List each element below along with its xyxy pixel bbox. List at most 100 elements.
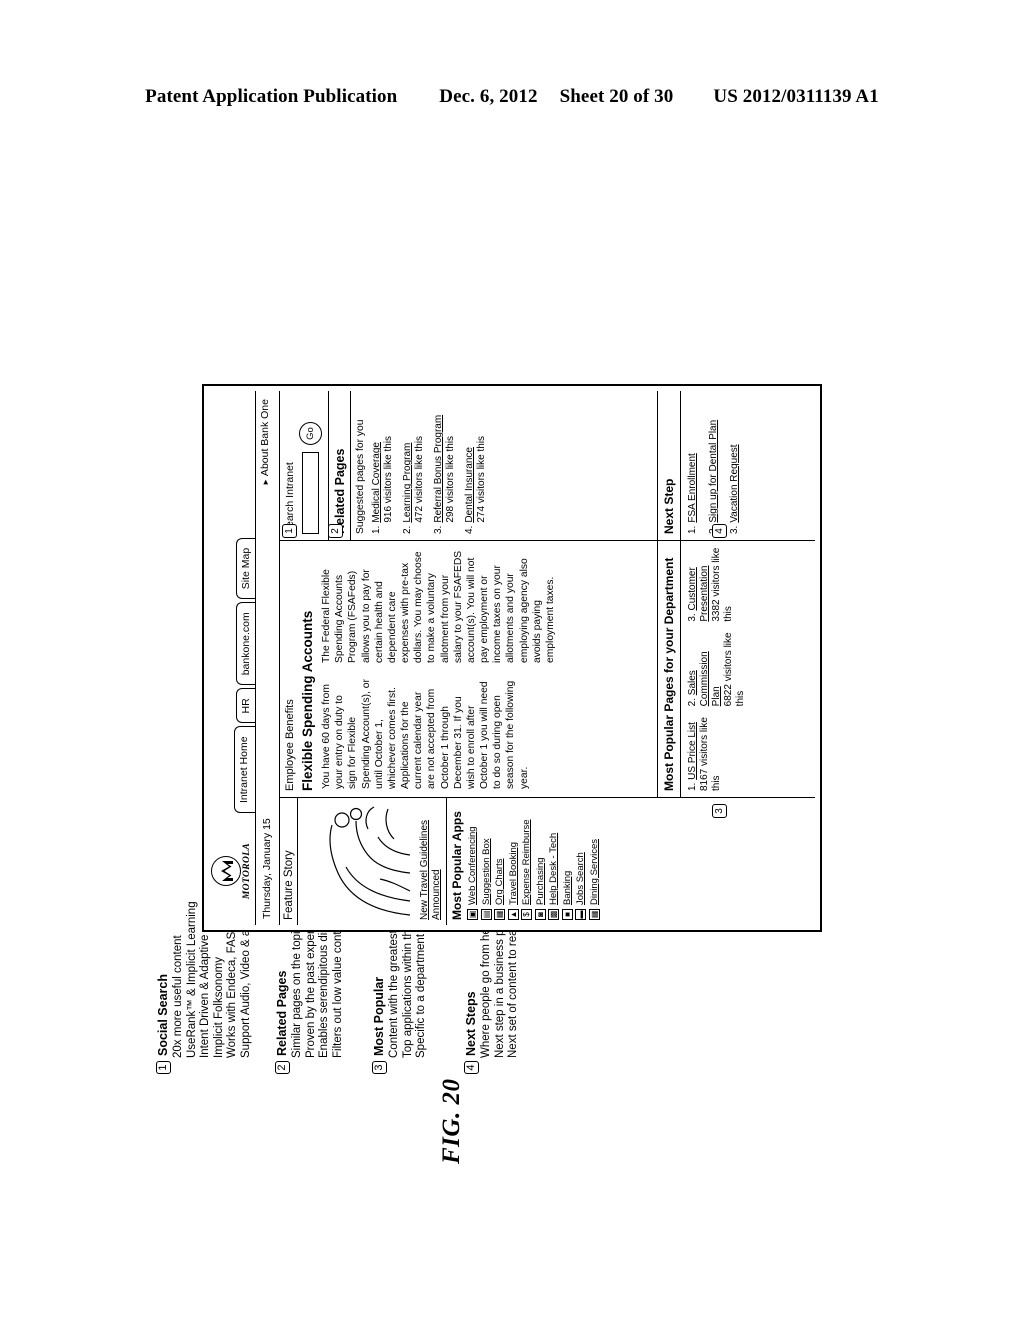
org-chart-icon: ▦ — [494, 909, 505, 920]
app-label: Banking — [561, 870, 573, 905]
inbox-icon: ▤ — [480, 909, 492, 920]
figure-badge-2: 2 — [328, 524, 343, 538]
tab-hr[interactable]: HR — [236, 688, 255, 724]
item-rank: 1. — [687, 525, 698, 534]
article-paragraph-1: You have 60 days from your entry on duty… — [321, 679, 530, 789]
most-popular-page-item[interactable]: 3. Customer Presentation 3382 visitors l… — [687, 547, 747, 622]
breadcrumb[interactable]: Employee Benefits — [280, 541, 298, 797]
caret-right-icon: ► — [261, 478, 270, 486]
item-title: Learning Program — [402, 442, 414, 523]
patent-number: US 2012/0311139 A1 — [713, 86, 879, 107]
next-step-item[interactable]: 3. Vacation Request — [729, 397, 741, 534]
item-rank: 3. — [687, 613, 698, 622]
item-visitors: 472 visitors like this — [414, 435, 426, 523]
travel-guidelines-link[interactable]: New Travel Guidelines Announced — [416, 798, 447, 925]
callout-number-1: 1 — [156, 1061, 171, 1074]
callout-bullet: 20x more useful content — [172, 935, 184, 1058]
next-step-panel: Next Step 1. FSA Enrollment 2. Sign up f… — [657, 391, 815, 540]
item-title: FSA Enrollment — [687, 453, 698, 523]
cart-icon: ◙ — [534, 909, 546, 920]
app-item[interactable]: ▬ Jobs Search — [575, 802, 586, 920]
main-content: Employee Benefits Flexible Spending Acco… — [280, 541, 815, 797]
callout-title-4: Next Steps — [464, 991, 478, 1056]
intranet-browser-window: MOTOROLA Intranet Home HR bankone.com Si… — [202, 384, 822, 932]
figure-caption: FIG. 20 — [438, 1078, 465, 1164]
app-item[interactable]: ■ Banking — [561, 802, 573, 920]
motorola-m-icon — [211, 856, 241, 886]
webcam-icon: ▣ — [467, 909, 478, 920]
search-label: Search Intranet — [284, 462, 296, 534]
article-body: You have 60 days from your entry on duty… — [320, 541, 563, 797]
most-popular-page-item[interactable]: 1. US Price List 8167 visitors like this — [687, 716, 747, 791]
tab-intranet-home[interactable]: Intranet Home — [234, 726, 255, 813]
tab-label: HR — [240, 698, 252, 714]
most-popular-page-item[interactable]: 2. Sales Commission Plan 6822 visitors l… — [687, 632, 747, 706]
feature-story-heading: Feature Story — [280, 798, 298, 925]
related-pages-list: 1. Medical Coverage 916 visitors like th… — [371, 391, 488, 540]
item-title: Vacation Request — [729, 444, 740, 523]
item-rank: 4. — [464, 525, 476, 534]
item-title: Sign up for Dental Plan — [708, 419, 719, 523]
about-bank-one-link[interactable]: ►About Bank One — [259, 399, 271, 486]
item-rank: 3. — [433, 525, 445, 534]
callout-number-2: 2 — [275, 1061, 290, 1074]
app-item[interactable]: ▩ Help Desk - Tech — [548, 802, 559, 920]
app-item[interactable]: ▲ Travel Booking — [507, 802, 519, 920]
site-tabs: Intranet Home HR bankone.com Site Map — [234, 537, 255, 813]
related-page-item[interactable]: 3. Referral Bonus Program 298 visitors l… — [433, 397, 457, 534]
item-rank: 1. — [687, 782, 698, 791]
app-label: Suggestion Box — [480, 838, 492, 905]
search-go-button[interactable]: Go — [299, 422, 322, 445]
patent-header: Patent Application Publication Dec. 6, 2… — [0, 86, 1024, 108]
callout-number-4: 4 — [464, 1061, 479, 1074]
app-label: Travel Booking — [507, 841, 519, 905]
tab-site-map[interactable]: Site Map — [236, 537, 255, 600]
figure-badge-3: 3 — [712, 804, 727, 818]
item-rank: 1. — [371, 525, 383, 534]
left-sidebar: Feature Story New Travel Guidelines Anno… — [280, 797, 815, 925]
app-item[interactable]: $ Expense Reimburse — [521, 802, 532, 920]
item-rank: 2. — [402, 525, 414, 534]
most-popular-apps-heading: Most Popular Apps — [450, 811, 464, 920]
sheet-number: Sheet 20 of 30 — [559, 86, 674, 107]
app-item[interactable]: ▦ Org Charts — [494, 802, 505, 920]
article-paragraph-2: The Federal Flexible Spending Accounts P… — [321, 550, 556, 663]
tab-bankone-com[interactable]: bankone.com — [236, 602, 255, 686]
callout-bullet: UseRank™ & Implicit Learning — [185, 901, 198, 1058]
item-visitors: 274 visitors like this — [476, 435, 488, 523]
app-label: Expense Reimburse — [521, 819, 532, 905]
item-title: Medical Coverage — [371, 442, 383, 523]
tab-label: Intranet Home — [238, 736, 250, 803]
dollar-icon: $ — [521, 909, 532, 920]
tab-label: bankone.com — [240, 612, 252, 676]
motorola-logo[interactable]: MOTOROLA — [211, 823, 252, 919]
app-label: Web Conferencing — [467, 826, 478, 905]
app-label: Dining Services — [588, 839, 600, 905]
app-item[interactable]: ▣ Web Conferencing — [467, 802, 478, 920]
wrench-icon: ▩ — [548, 909, 559, 920]
app-label: Jobs Search — [575, 852, 586, 905]
search-input[interactable] — [302, 452, 319, 534]
about-link-label: About Bank One — [259, 399, 271, 477]
figure-badge-4: 4 — [712, 524, 727, 538]
tab-label: Site Map — [240, 547, 252, 590]
item-title: US Price List — [687, 722, 698, 780]
related-page-item[interactable]: 1. Medical Coverage 916 visitors like th… — [371, 397, 395, 534]
callout-number-3: 3 — [372, 1061, 387, 1074]
page-title: Flexible Spending Accounts — [300, 610, 315, 791]
app-item[interactable]: ▦ Dining Services — [588, 802, 600, 920]
related-page-item[interactable]: 4. Dental Insurance 274 visitors like th… — [464, 397, 488, 534]
next-step-item[interactable]: 1. FSA Enrollment — [687, 397, 699, 534]
motorola-wordmark: MOTOROLA — [242, 842, 252, 900]
right-sidebar: Search Intranet Go Related Pages Suggest… — [280, 391, 815, 541]
date-row: Thursday, January 15 ►About Bank One — [257, 391, 277, 925]
figure-badge-1: 1 — [282, 524, 297, 538]
app-label: Purchasing — [534, 857, 546, 905]
app-item[interactable]: ◙ Purchasing — [534, 802, 546, 920]
next-step-item[interactable]: 2. Sign up for Dental Plan — [708, 397, 720, 534]
related-page-item[interactable]: 2. Learning Program 472 visitors like th… — [402, 397, 426, 534]
search-panel: Search Intranet Go — [280, 391, 329, 540]
current-date: Thursday, January 15 — [261, 818, 273, 919]
related-pages-subtitle: Suggested pages for you — [355, 419, 366, 535]
app-item[interactable]: ▤ Suggestion Box — [480, 802, 492, 920]
